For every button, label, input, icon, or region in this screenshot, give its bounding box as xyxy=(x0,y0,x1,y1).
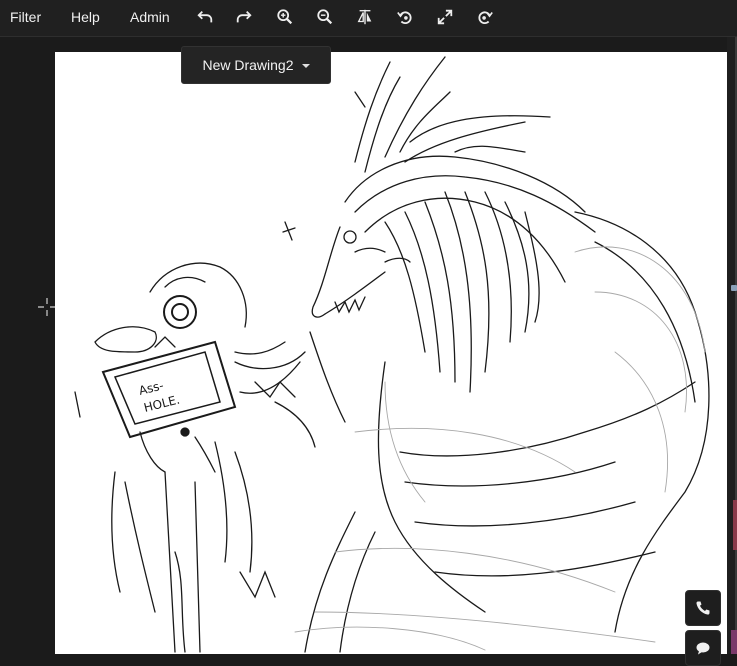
drawing-canvas[interactable]: Ass- HOLE. xyxy=(55,52,727,654)
panel-toggle-icon[interactable] xyxy=(731,285,737,291)
menu-bar: Filter Help Admin xyxy=(0,0,737,37)
document-tab-dropdown[interactable]: New Drawing2 xyxy=(181,46,331,84)
flip-button[interactable] xyxy=(353,6,377,28)
menu-admin[interactable]: Admin xyxy=(130,0,170,36)
sketch-drawing: Ass- HOLE. xyxy=(74,56,710,653)
redo-icon xyxy=(236,10,252,23)
crosshair-cursor-icon xyxy=(38,298,56,316)
svg-text:Ass-: Ass- xyxy=(137,378,165,398)
zoom-out-icon xyxy=(317,9,333,25)
rotate-left-button[interactable] xyxy=(393,6,417,28)
rotate-left-icon xyxy=(397,11,412,24)
undo-icon xyxy=(197,10,213,23)
undo-button[interactable] xyxy=(193,6,217,28)
flip-icon xyxy=(357,9,372,25)
chat-button[interactable] xyxy=(685,630,721,666)
zoom-in-button[interactable] xyxy=(273,6,297,28)
zoom-in-icon xyxy=(277,9,293,25)
menu-help[interactable]: Help xyxy=(71,0,100,36)
rotate-right-icon xyxy=(478,11,493,24)
redo-button[interactable] xyxy=(232,6,256,28)
phone-icon xyxy=(696,601,710,615)
menu-filter[interactable]: Filter xyxy=(10,0,41,36)
call-button[interactable] xyxy=(685,590,721,626)
fullscreen-icon xyxy=(437,9,453,25)
color-swatch-secondary[interactable] xyxy=(731,630,737,654)
rotate-right-button[interactable] xyxy=(473,6,497,28)
document-title: New Drawing2 xyxy=(202,57,294,73)
fullscreen-button[interactable] xyxy=(433,6,457,28)
caret-down-icon xyxy=(301,64,310,68)
zoom-out-button[interactable] xyxy=(313,6,337,28)
color-swatch[interactable] xyxy=(733,500,737,550)
left-panel xyxy=(0,37,55,654)
